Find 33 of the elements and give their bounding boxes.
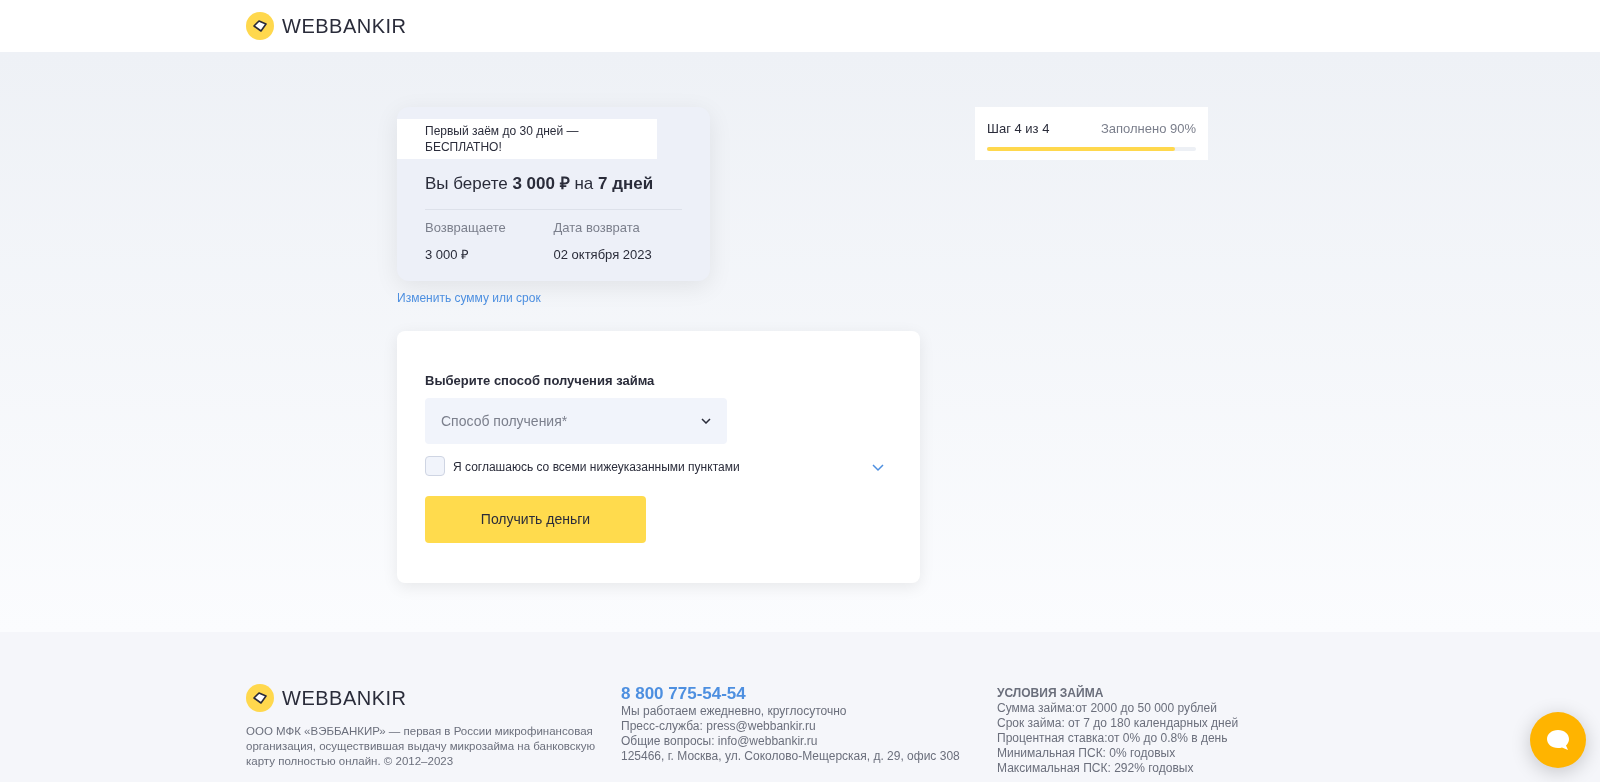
date-value: 02 октября 2023 — [553, 246, 653, 264]
chevron-down-icon[interactable] — [872, 464, 884, 472]
filled-text: Заполнено 90% — [1100, 120, 1196, 138]
company-description: ООО МФК «ВЭББАНКИР» — первая в России микрофинансовая организация, осуществившая выдачу микрозайма на банковскую карту полностью онлайн. © 2012–2023 — [246, 724, 597, 769]
contact-line: Мы работаем ежедневно, круглосуточно — [621, 704, 848, 719]
date-label: Дата возврата — [553, 218, 641, 237]
terms-line: Сумма займа:от 2000 до 50 000 рублей — [997, 701, 1218, 716]
terms-title: УСЛОВИЯ ЗАЙМА — [997, 686, 1105, 701]
contact-line: Общие вопросы: info@webbankir.ru — [621, 734, 819, 749]
promo-banner: Первый заём до 30 дней — БЕСПЛАТНО! — [397, 119, 657, 159]
terms-line: Срок займа: от 7 до 180 календарных дней — [997, 716, 1239, 731]
terms-line: Минимальная ПСК: 0% годовых — [997, 746, 1177, 761]
change-link[interactable]: Изменить сумму или срок — [397, 288, 541, 307]
terms-line: Максимальная ПСК: 292% годовых — [997, 761, 1195, 776]
agree-label: Я соглашаюсь со всеми нижеуказанными пунктами — [453, 459, 740, 476]
chevron-down-icon — [701, 418, 711, 424]
logo-text: WEBBANKIR — [282, 690, 407, 706]
get-money-button[interactable]: Получить деньги — [425, 496, 646, 543]
logo-icon — [246, 684, 274, 712]
chat-bubble-icon — [1546, 729, 1570, 751]
step-text: Шаг 4 из 4 — [987, 120, 1050, 138]
phone-link[interactable]: 8 800 775-54-54 — [621, 684, 746, 704]
contact-line: Пресс-служба: press@webbankir.ru — [621, 719, 817, 734]
logo-icon — [246, 12, 274, 40]
logo-text: WEBBANKIR — [282, 14, 407, 39]
terms-line: Процентная ставка:от 0% до 0.8% в день — [997, 731, 1229, 746]
return-value: 3 000 ₽ — [425, 246, 471, 264]
loan-headline: Вы берете 3 000 ₽ на 7 дней — [425, 171, 682, 210]
method-select[interactable]: Способ получения* — [425, 398, 727, 444]
contact-line: 125466, г. Москва, ул. Соколово-Мещерская, д. 29, офис 308 — [621, 749, 961, 764]
form-title: Выберите способ получения займа — [425, 371, 656, 390]
return-label: Возвращаете — [425, 218, 507, 237]
agree-checkbox[interactable] — [425, 456, 445, 476]
